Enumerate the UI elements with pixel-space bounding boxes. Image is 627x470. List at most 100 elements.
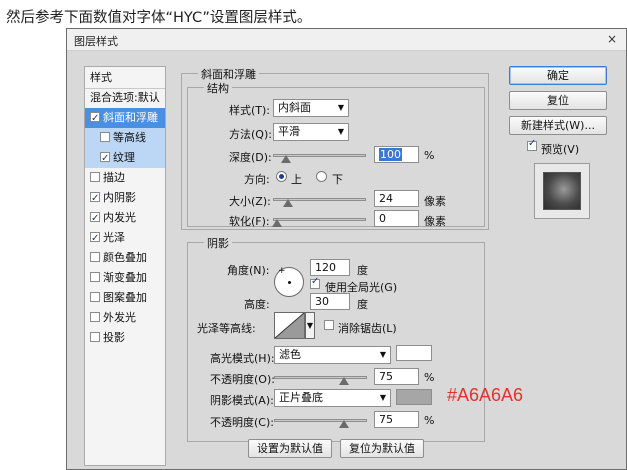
soften-input[interactable]: 0	[374, 210, 419, 227]
style-item[interactable]: 光泽	[85, 228, 165, 249]
style-item-label: 光泽	[103, 231, 125, 244]
style-item[interactable]: 等高线	[85, 128, 165, 148]
checkbox-icon[interactable]	[90, 172, 100, 182]
angle-dial[interactable]: +	[274, 266, 304, 297]
style-item-label: 内发光	[103, 211, 136, 224]
technique-select[interactable]: 平滑 ▼	[273, 123, 349, 141]
chevron-down-icon: ▼	[337, 103, 344, 112]
preview-checkbox[interactable]	[527, 138, 540, 153]
shading-title: 阴影	[204, 235, 232, 251]
checkbox-icon[interactable]	[90, 109, 100, 129]
style-item[interactable]: 颜色叠加	[85, 248, 165, 268]
checkbox-icon[interactable]	[90, 189, 100, 209]
styles-header[interactable]: 样式	[85, 68, 165, 88]
style-item[interactable]: 图案叠加	[85, 288, 165, 308]
altitude-input[interactable]: 30	[310, 293, 350, 310]
checkbox-icon	[324, 320, 334, 330]
style-item-label: 图案叠加	[103, 291, 147, 304]
shadow-mode-select[interactable]: 正片叠底 ▼	[274, 389, 391, 407]
style-item-label: 描边	[103, 171, 125, 184]
soften-unit: 像素	[424, 215, 446, 228]
depth-slider-handle[interactable]	[280, 155, 291, 163]
structure-title: 结构	[204, 80, 232, 96]
gloss-contour-picker[interactable]	[274, 312, 305, 339]
reset-to-default-button[interactable]: 复位为默认值	[340, 439, 424, 458]
chevron-down-icon[interactable]: ▼	[305, 312, 315, 339]
size-slider-handle[interactable]	[282, 199, 293, 207]
highlight-opacity-input[interactable]: 75	[374, 368, 419, 385]
technique-value: 平滑	[278, 125, 300, 138]
shadow-color-swatch[interactable]	[396, 389, 432, 405]
size-label: 大小(Z):	[229, 195, 271, 208]
highlight-mode-select[interactable]: 滤色 ▼	[274, 346, 391, 364]
size-unit: 像素	[424, 195, 446, 208]
highlight-color-swatch[interactable]	[396, 345, 432, 361]
new-style-button[interactable]: 新建样式(W)...	[509, 116, 607, 135]
dial-center	[288, 281, 291, 284]
style-item[interactable]: 纹理	[85, 148, 165, 169]
style-label: 样式(T):	[229, 104, 271, 117]
shadow-opacity-input[interactable]: 75	[374, 411, 419, 428]
checkbox-icon[interactable]	[90, 292, 100, 302]
make-default-button[interactable]: 设置为默认值	[248, 439, 332, 458]
global-light-checkbox[interactable]	[310, 276, 323, 291]
direction-up-radio[interactable]	[276, 171, 287, 182]
checkbox-icon[interactable]	[90, 229, 100, 249]
angle-input[interactable]: 120	[310, 259, 350, 276]
chevron-down-icon: ▼	[379, 393, 386, 402]
checkbox-icon[interactable]	[90, 272, 100, 282]
direction-down-label: 下	[332, 173, 343, 186]
depth-label: 深度(D):	[229, 151, 272, 164]
antialias-checkbox[interactable]	[324, 319, 337, 332]
instruction-caption: 然后参考下面数值对字体“HYC”设置图层样式。	[6, 10, 312, 26]
layer-style-dialog: 图层样式 × 样式 混合选项:默认 斜面和浮雕等高线纹理描边内阴影内发光光泽颜色…	[66, 28, 627, 470]
checkbox-icon	[527, 138, 537, 151]
blending-options-item[interactable]: 混合选项:默认	[85, 88, 165, 108]
highlight-mode-value: 滤色	[279, 348, 301, 361]
soften-slider-handle[interactable]	[272, 219, 282, 227]
direction-up-label: 上	[291, 173, 302, 186]
style-item[interactable]: 外发光	[85, 308, 165, 328]
depth-input[interactable]: 100	[374, 146, 419, 163]
reset-button[interactable]: 复位	[509, 91, 607, 110]
depth-value: 100	[379, 148, 402, 161]
checkbox-icon[interactable]	[90, 209, 100, 229]
shadow-color-annotation: #A6A6A6	[447, 385, 524, 405]
shadow-opacity-slider[interactable]	[274, 419, 367, 422]
style-item-label: 颜色叠加	[103, 251, 147, 264]
altitude-label: 高度:	[244, 298, 270, 311]
contour-curve-icon	[274, 312, 305, 339]
soften-slider[interactable]	[273, 218, 366, 221]
size-input[interactable]: 24	[374, 190, 419, 207]
highlight-opacity-slider[interactable]	[274, 376, 367, 379]
styles-list: 样式 混合选项:默认 斜面和浮雕等高线纹理描边内阴影内发光光泽颜色叠加渐变叠加图…	[84, 66, 166, 466]
style-item-label: 纹理	[113, 151, 135, 164]
ok-button[interactable]: 确定	[509, 66, 607, 85]
checkbox-icon[interactable]	[100, 149, 110, 169]
preview-label: 预览(V)	[541, 143, 580, 156]
soften-label: 软化(F):	[229, 215, 270, 228]
angle-unit: 度	[357, 264, 368, 277]
highlight-opacity-slider-handle[interactable]	[339, 377, 349, 385]
style-item[interactable]: 描边	[85, 168, 165, 188]
style-item-label: 斜面和浮雕	[103, 111, 158, 124]
checkbox-icon[interactable]	[90, 332, 100, 342]
antialias-label: 消除锯齿(L)	[338, 322, 397, 335]
style-item[interactable]: 渐变叠加	[85, 268, 165, 288]
shadow-opacity-label: 不透明度(C):	[210, 416, 274, 429]
style-item[interactable]: 斜面和浮雕	[85, 108, 165, 129]
direction-down-radio[interactable]	[316, 171, 327, 182]
checkbox-icon[interactable]	[100, 132, 110, 142]
close-icon[interactable]: ×	[603, 31, 621, 47]
checkbox-icon[interactable]	[90, 252, 100, 262]
style-item[interactable]: 内发光	[85, 208, 165, 229]
bevel-style-value: 内斜面	[278, 101, 311, 114]
chevron-down-icon: ▼	[379, 350, 386, 359]
style-item[interactable]: 投影	[85, 328, 165, 348]
crosshair-icon: +	[278, 266, 286, 276]
checkbox-icon[interactable]	[90, 312, 100, 322]
bevel-style-select[interactable]: 内斜面 ▼	[273, 99, 349, 117]
angle-label: 角度(N):	[227, 264, 270, 277]
shadow-opacity-slider-handle[interactable]	[339, 420, 349, 428]
style-item[interactable]: 内阴影	[85, 188, 165, 209]
